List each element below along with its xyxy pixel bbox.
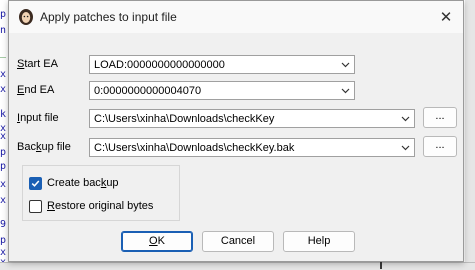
background-divider [380,262,382,269]
end-ea-combo[interactable]: 0:0000000000004070 [89,81,355,100]
input-file-value: C:\Users\xinha\Downloads\checkKey [94,113,275,125]
create-backup-label: Create backup [47,177,119,189]
input-file-combo[interactable]: C:\Users\xinha\Downloads\checkKey [89,109,415,128]
bg-fragment: p [0,235,7,246]
backup-file-label: Backup file [17,141,71,153]
ok-button-accel: O [149,235,158,247]
backup-file-label-pre: Bac [17,141,36,153]
restore-bytes-label-accel: R [47,200,55,212]
bg-fragment: x [0,131,7,142]
input-file-label-text: nput file [20,112,59,124]
dialog-titlebar[interactable]: Apply patches to input file ✕ [9,1,463,33]
app-icon [17,8,35,26]
checkbox-unchecked-icon [29,199,42,213]
close-icon[interactable]: ✕ [433,5,459,29]
chevron-down-icon [341,88,350,94]
input-file-label: Input file [17,112,59,124]
start-ea-label-text: tart EA [24,58,58,70]
create-backup-label-text: up [106,177,119,189]
ok-button-text: K [157,235,165,247]
bg-fragment: p [0,161,7,172]
browse-backup-file-button[interactable]: ... [423,136,457,157]
restore-original-bytes-checkbox[interactable]: Restore original bytes [29,198,153,214]
chevron-down-icon [341,62,350,68]
bg-fragment: 9 [0,219,7,230]
bg-fragment: p [0,147,7,158]
checkbox-checked-icon [29,176,42,190]
bg-fragment: n [0,25,7,36]
bg-fragment: p [0,9,7,20]
backup-file-combo[interactable]: C:\Users\xinha\Downloads\checkKey.bak [89,138,415,157]
bg-fragment: x [0,84,7,95]
options-group: Create backup Restore original bytes [22,165,180,221]
end-ea-label: End EA [17,84,54,96]
backup-file-label-text: up file [41,141,71,153]
restore-bytes-label-text: estore original bytes [54,200,154,212]
end-ea-label-text: nd EA [24,84,55,96]
chevron-down-icon [401,145,410,151]
start-ea-value: LOAD:0000000000000000 [94,59,225,71]
backup-file-value: C:\Users\xinha\Downloads\checkKey.bak [94,142,295,154]
background-scroll-area [465,0,475,269]
help-button[interactable]: Help [283,231,355,252]
create-backup-checkbox[interactable]: Create backup [29,175,119,191]
bg-fragment: x [0,195,7,206]
chevron-down-icon [401,116,410,122]
restore-bytes-label: Restore original bytes [47,200,153,212]
apply-patches-dialog: Apply patches to input file ✕ Start EA L… [8,0,464,262]
bg-fragment: x [0,69,7,80]
create-backup-label-pre: Create bac [47,177,101,189]
bg-fragment: k [0,109,7,120]
bg-fragment: _ [0,47,7,58]
start-ea-label: Start EA [17,58,58,70]
bg-fragment: x [0,179,7,190]
start-ea-combo[interactable]: LOAD:0000000000000000 [89,55,355,74]
dialog-title: Apply patches to input file [40,10,177,24]
cancel-button[interactable]: Cancel [202,231,274,252]
end-ea-value: 0:0000000000004070 [94,85,202,97]
browse-input-file-button[interactable]: ... [423,107,457,128]
ok-button[interactable]: OK [121,231,193,252]
